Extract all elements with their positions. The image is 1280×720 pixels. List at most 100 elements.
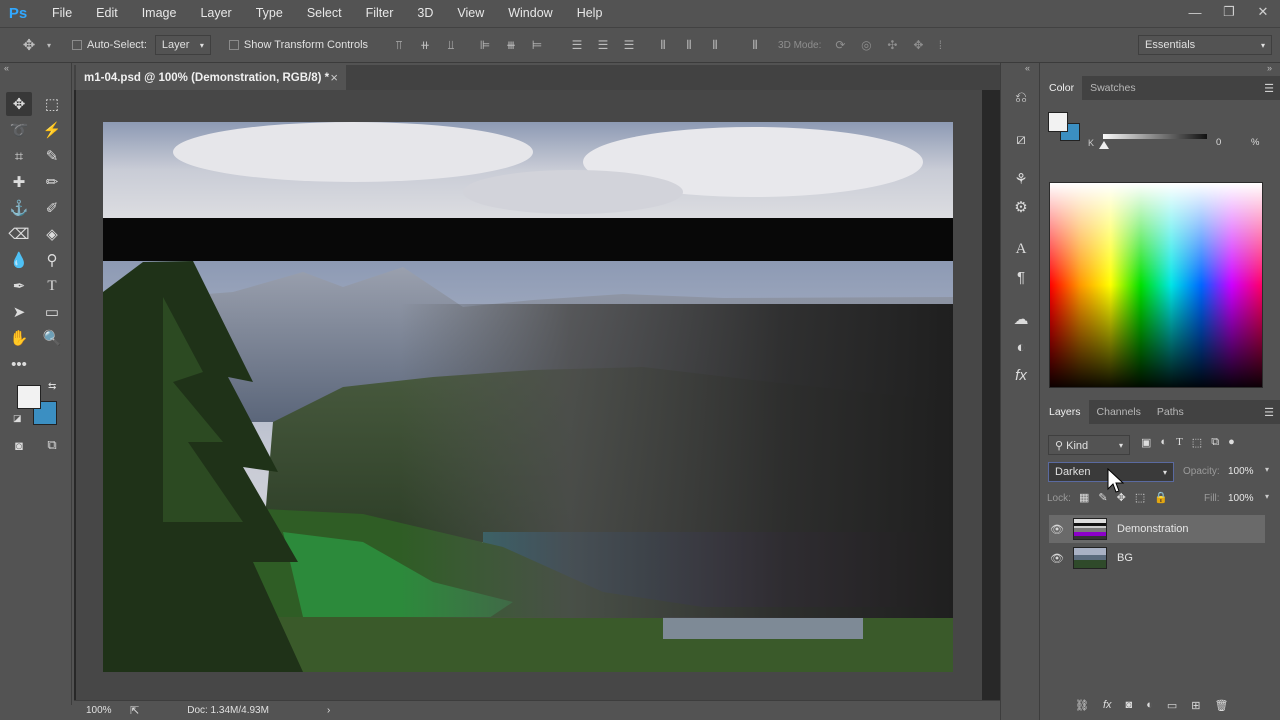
distribute-vcenter-icon[interactable]: ☰	[594, 38, 612, 53]
paragraph-panel-icon[interactable]: ¶	[1009, 265, 1033, 289]
k-slider-handle[interactable]	[1099, 141, 1109, 149]
status-menu-chevron-icon[interactable]: ›	[327, 705, 330, 716]
type-filter-icon[interactable]: T	[1176, 436, 1183, 449]
rectangular-marquee-icon[interactable]: ⬚	[39, 92, 65, 116]
show-transform-checkbox[interactable]: Show Transform Controls	[228, 39, 368, 51]
menu-3d[interactable]: 3D	[405, 0, 445, 27]
tab-swatches[interactable]: Swatches	[1082, 76, 1144, 100]
new-group-icon[interactable]: ▭	[1167, 699, 1177, 712]
delete-layer-icon[interactable]: 🗑	[1214, 699, 1228, 712]
align-vcenter-icon[interactable]: ⧺	[416, 38, 434, 53]
auto-align-icon[interactable]: ⦀	[746, 38, 764, 53]
type-tool-icon[interactable]: T	[39, 274, 65, 298]
align-bottom-icon[interactable]: ⫫	[442, 38, 460, 53]
tool-preset-chevron-icon[interactable]: ▾	[44, 41, 54, 50]
hand-tool-icon[interactable]: ✋	[6, 326, 32, 350]
tab-color[interactable]: Color	[1041, 76, 1083, 100]
opacity-value[interactable]: 100%	[1228, 466, 1254, 477]
collapse-icon[interactable]: »	[1267, 63, 1272, 73]
swap-colors-icon[interactable]: ⇆	[48, 381, 56, 392]
collapse-icon[interactable]: «	[4, 63, 9, 73]
styles-panel-icon[interactable]: fx	[1009, 363, 1033, 387]
visibility-eye-icon[interactable]: 👁	[1049, 523, 1065, 536]
more-tools-icon[interactable]: •••	[6, 352, 32, 376]
3d-pan-icon[interactable]: ✣	[883, 38, 901, 52]
collapse-icon[interactable]: «	[1025, 63, 1030, 73]
new-adjustment-icon[interactable]: ◐	[1146, 699, 1153, 712]
align-left-icon[interactable]: ⊫	[476, 38, 494, 53]
checkbox-icon[interactable]	[228, 40, 239, 50]
brush-settings-icon[interactable]: ⚙	[1009, 195, 1033, 219]
shape-filter-icon[interactable]: ⬚	[1192, 436, 1202, 449]
color-foreground-swatch[interactable]	[1048, 112, 1068, 132]
auto-select-checkbox[interactable]: Auto-Select:	[72, 39, 147, 51]
3d-roll-icon[interactable]: ◎	[857, 38, 875, 52]
eyedropper-icon[interactable]: ✎	[39, 144, 65, 168]
menu-help[interactable]: Help	[565, 0, 615, 27]
foreground-color-swatch[interactable]	[17, 385, 41, 409]
zoom-tool-icon[interactable]: 🔍	[39, 326, 65, 350]
menu-window[interactable]: Window	[496, 0, 564, 27]
adjustment-filter-icon[interactable]: ◐	[1160, 436, 1167, 449]
tab-channels[interactable]: Channels	[1089, 400, 1149, 424]
document-image[interactable]	[103, 122, 953, 672]
menu-type[interactable]: Type	[244, 0, 295, 27]
chevron-down-icon[interactable]: ▾	[1265, 492, 1269, 501]
layer-style-icon[interactable]: fx	[1103, 699, 1112, 712]
libraries-panel-icon[interactable]: ☁	[1009, 307, 1033, 331]
adjustments-icon[interactable]: ◐	[1009, 335, 1033, 359]
chevron-down-icon[interactable]: ▾	[1265, 465, 1269, 474]
close-tab-icon[interactable]: ×	[330, 70, 338, 85]
align-top-icon[interactable]: ⫪	[390, 38, 408, 53]
menu-filter[interactable]: Filter	[354, 0, 406, 27]
default-colors-icon[interactable]: ◪	[13, 413, 22, 424]
magic-wand-icon[interactable]: ⚡	[39, 118, 65, 142]
menu-edit[interactable]: Edit	[84, 0, 130, 27]
lasso-tool-icon[interactable]: ➰	[6, 118, 32, 142]
healing-brush-icon[interactable]: ✚	[6, 170, 32, 194]
lock-transparency-icon[interactable]: ▦	[1079, 491, 1089, 504]
pen-tool-icon[interactable]: ✒	[6, 274, 32, 298]
fill-value[interactable]: 100%	[1228, 493, 1254, 504]
lock-all-icon[interactable]: 🔒	[1154, 491, 1168, 504]
zoom-level[interactable]: 100%	[86, 705, 126, 716]
smart-object-filter-icon[interactable]: ⧉	[1211, 436, 1219, 449]
tab-paths[interactable]: Paths	[1149, 400, 1192, 424]
minimize-icon[interactable]: —	[1178, 0, 1212, 24]
layer-name[interactable]: BG	[1117, 552, 1133, 564]
distribute-right-icon[interactable]: ⦀	[706, 38, 724, 53]
menu-file[interactable]: File	[40, 0, 84, 27]
distribute-left-icon[interactable]: ⦀	[654, 38, 672, 53]
distribute-hcenter-icon[interactable]: ⦀	[680, 38, 698, 53]
menu-view[interactable]: View	[445, 0, 496, 27]
distribute-top-icon[interactable]: ☰	[568, 38, 586, 53]
color-spectrum-ramp[interactable]	[1049, 182, 1263, 388]
path-selection-icon[interactable]: ➤	[6, 300, 32, 324]
layer-row-demonstration[interactable]: 👁 Demonstration	[1049, 515, 1265, 543]
checkbox-icon[interactable]	[72, 40, 82, 50]
add-mask-icon[interactable]: ◙	[1126, 699, 1133, 712]
brush-panel-icon[interactable]: ⚘	[1009, 167, 1033, 191]
layer-row-bg[interactable]: 👁 BG	[1049, 544, 1265, 572]
distribute-bottom-icon[interactable]: ☰	[620, 38, 638, 53]
filter-toggle-icon[interactable]: ●	[1228, 436, 1235, 449]
panel-menu-icon[interactable]: ☰	[1264, 82, 1274, 95]
menu-select[interactable]: Select	[295, 0, 354, 27]
share-icon[interactable]: ⇱	[130, 704, 139, 717]
lock-artboard-icon[interactable]: ⬚	[1135, 491, 1145, 504]
pixel-filter-icon[interactable]: ▣	[1141, 436, 1151, 449]
k-value[interactable]: 0	[1216, 137, 1221, 148]
3d-scale-icon[interactable]: ⁞	[935, 38, 945, 52]
paint-bucket-icon[interactable]: ◈	[39, 222, 65, 246]
blur-tool-icon[interactable]: 💧	[6, 248, 32, 272]
eraser-tool-icon[interactable]: ⌫	[6, 222, 32, 246]
move-tool-icon[interactable]: ✥	[14, 36, 44, 54]
character-panel-icon[interactable]: A	[1009, 237, 1033, 261]
menu-image[interactable]: Image	[130, 0, 189, 27]
workspace-dropdown[interactable]: Essentials ▾	[1138, 35, 1272, 55]
layer-filter-dropdown[interactable]: ⚲ Kind ▾	[1048, 435, 1130, 455]
visibility-eye-icon[interactable]: 👁	[1049, 552, 1065, 565]
auto-select-dropdown[interactable]: Layer ▾	[154, 35, 211, 55]
3d-orbit-icon[interactable]: ⟳	[831, 38, 849, 52]
move-tool-icon[interactable]: ✥	[6, 92, 32, 116]
